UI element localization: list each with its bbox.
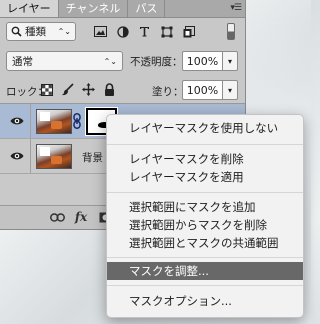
fill-label: 塗り：: [152, 86, 184, 98]
menu-separator: [107, 285, 303, 286]
menu-separator: [107, 192, 303, 193]
column-divider: [30, 104, 31, 138]
lock-position-move-icon[interactable]: [81, 82, 96, 97]
lock-all-icon[interactable]: [102, 82, 117, 97]
menu-item-delete-layer-mask[interactable]: レイヤーマスクを削除: [107, 150, 303, 168]
layer-name[interactable]: 背景: [82, 150, 103, 165]
mask-link-chain-icon[interactable]: [72, 113, 82, 129]
column-divider: [30, 139, 31, 173]
lock-image-pixels-brush-icon[interactable]: [60, 82, 75, 97]
panel-tabs: レイヤー チャンネル パス ▾☰: [0, 0, 245, 18]
context-menu: レイヤーマスクを使用しない レイヤーマスクを削除 レイヤーマスクを適用 選択範囲…: [106, 114, 304, 318]
type-filter-icon[interactable]: [137, 24, 152, 39]
tab-paths[interactable]: パス: [128, 0, 166, 17]
menu-item-mask-options[interactable]: マスクオプション...: [107, 292, 303, 310]
smart-object-filter-icon[interactable]: [181, 24, 196, 39]
chevron-updown-icon: ⌃⌄: [57, 27, 71, 36]
menu-item-add-mask-to-selection[interactable]: 選択範囲にマスクを追加: [107, 198, 303, 216]
eye-visibility-icon[interactable]: [10, 115, 24, 127]
filter-kind-select[interactable]: 種類 ⌃⌄: [6, 22, 76, 41]
blend-mode-value: 通常: [12, 55, 33, 68]
menu-separator: [107, 144, 303, 145]
opacity-label: 不透明度：: [130, 56, 183, 68]
layer-thumbnail[interactable]: [36, 109, 72, 134]
fill-input[interactable]: 100%: [182, 80, 223, 100]
menu-item-disable-layer-mask[interactable]: レイヤーマスクを使用しない: [107, 119, 303, 137]
fill-dropdown-button[interactable]: ▾: [223, 80, 238, 100]
menu-item-apply-layer-mask[interactable]: レイヤーマスクを適用: [107, 168, 303, 186]
filter-toggle-switch[interactable]: [227, 23, 235, 40]
lock-transparent-pixels-icon[interactable]: [39, 82, 54, 97]
opacity-dropdown-button[interactable]: ▾: [223, 51, 238, 71]
filter-kind-label: 種類: [25, 26, 46, 38]
tab-layers[interactable]: レイヤー: [0, 0, 59, 17]
eye-visibility-icon[interactable]: [10, 150, 24, 162]
panel-menu-icon[interactable]: ▾☰: [230, 3, 242, 13]
blend-mode-select[interactable]: 通常 ⌃⌄: [6, 51, 123, 71]
search-icon: [11, 26, 22, 37]
shape-filter-icon[interactable]: [159, 24, 174, 39]
menu-item-intersect-mask-with-selection[interactable]: 選択範囲とマスクの共通範囲: [107, 234, 303, 252]
link-layers-icon[interactable]: [49, 210, 65, 224]
layer-style-fx-icon[interactable]: fx: [73, 210, 89, 224]
menu-separator: [107, 257, 303, 258]
chevron-updown-icon: ⌃⌄: [103, 56, 117, 66]
menu-item-refine-mask[interactable]: マスクを調整...: [107, 262, 303, 280]
menu-item-subtract-mask-from-selection[interactable]: 選択範囲からマスクを削除: [107, 216, 303, 234]
opacity-input[interactable]: 100%: [182, 51, 223, 71]
lock-icons: [39, 82, 117, 97]
adjustment-filter-icon[interactable]: [115, 24, 130, 39]
pixel-filter-icon[interactable]: [93, 24, 108, 39]
layer-thumbnail[interactable]: [36, 144, 72, 169]
tab-channels[interactable]: チャンネル: [59, 0, 129, 17]
filter-icons: [93, 24, 196, 39]
